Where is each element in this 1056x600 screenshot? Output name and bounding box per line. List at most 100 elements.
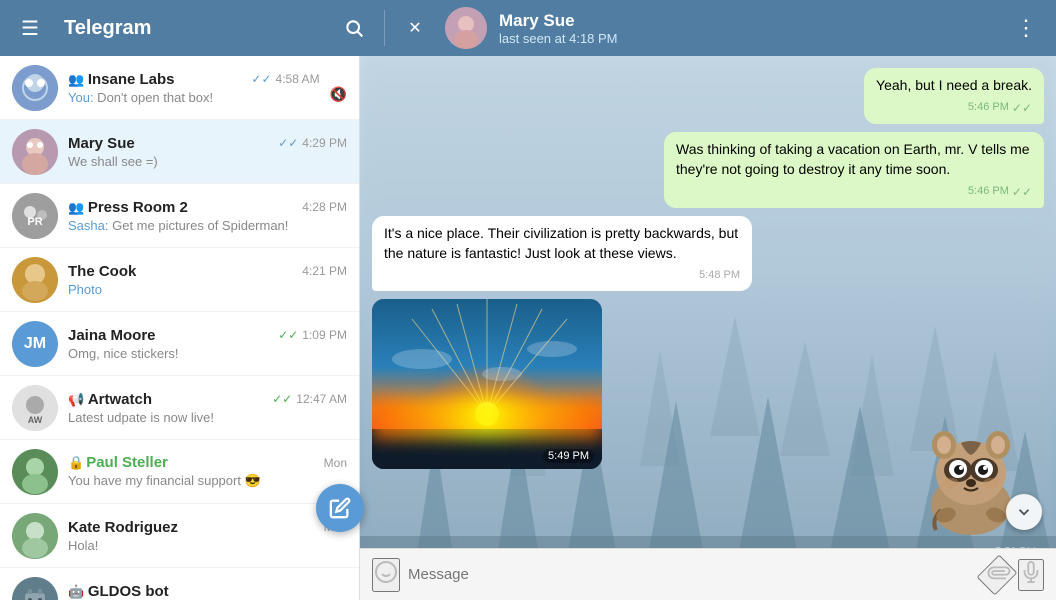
chat-name: The Cook: [68, 263, 136, 280]
message-time: 5:48 PM: [384, 268, 740, 283]
check-mark: ✓✓: [272, 392, 292, 406]
avatar-kate-rodriguez: [12, 513, 58, 559]
message-outgoing-2: Was thinking of taking a vacation on Ear…: [664, 132, 1044, 208]
chat-item-body: The Cook 4:21 PM Photo: [68, 263, 347, 297]
chat-item-body: Jaina Moore ✓✓1:09 PM Omg, nice stickers…: [68, 327, 347, 361]
contact-status: last seen at 4:18 PM: [499, 31, 996, 46]
chat-time: ✓✓4:29 PM: [278, 136, 347, 150]
chat-item-body: 📢 Artwatch ✓✓12:47 AM Latest udpate is n…: [68, 391, 347, 425]
chat-name: 🔒Paul Steller: [68, 454, 168, 471]
avatar-jaina-moore: JM: [12, 321, 58, 367]
chat-item-body: 🤖 GLDOS bot Honestly, I hate testing you…: [68, 583, 347, 600]
read-check: ✓✓: [1012, 184, 1032, 201]
chat-name: Mary Sue: [68, 135, 135, 152]
chat-item-the-cook[interactable]: The Cook 4:21 PM Photo: [0, 248, 359, 312]
chat-item-artwatch[interactable]: AW 📢 Artwatch ✓✓12:47 AM Latest udpate i…: [0, 376, 359, 440]
chat-name: Jaina Moore: [68, 327, 156, 344]
group-icon: 👥: [68, 72, 88, 87]
chat-preview: Hola!: [68, 538, 347, 553]
avatar-mary-sue: [12, 129, 58, 175]
compose-fab[interactable]: [316, 484, 364, 532]
chat-time: ✓✓4:58 AM: [251, 72, 319, 86]
chat-item-body: 👥 Insane Labs ✓✓4:58 AM You: Don't open …: [68, 71, 320, 105]
close-chat-button[interactable]: ✕: [397, 10, 433, 46]
image-time: 5:49 PM: [543, 449, 594, 463]
chat-name: Kate Rodriguez: [68, 519, 178, 536]
contact-info: Mary Sue last seen at 4:18 PM: [499, 11, 996, 46]
contact-avatar: [445, 7, 487, 49]
mic-button[interactable]: [1018, 559, 1044, 591]
check-mark: ✓✓: [251, 72, 271, 86]
svg-text:AW: AW: [28, 415, 43, 425]
message-text: Yeah, but I need a break.: [876, 77, 1032, 93]
message-incoming-3: It's a nice place. Their civilization is…: [372, 216, 752, 291]
attach-button[interactable]: [976, 554, 1017, 595]
chat-name: 🤖 GLDOS bot: [68, 583, 169, 600]
app-title: Telegram: [64, 17, 320, 40]
chat-item-body: 👥 Press Room 2 4:28 PM Sasha: Get me pic…: [68, 199, 347, 233]
megaphone-icon: 📢: [68, 392, 88, 407]
chat-item-body: Kate Rodriguez Mon Hola!: [68, 519, 347, 553]
avatar-the-cook: [12, 257, 58, 303]
chat-item-mary-sue[interactable]: Mary Sue ✓✓4:29 PM We shall see =): [0, 120, 359, 184]
chat-item-kate-rodriguez[interactable]: Kate Rodriguez Mon Hola!: [0, 504, 359, 568]
preview-sender: Sasha:: [68, 218, 108, 233]
chat-time: ✓✓12:47 AM: [272, 392, 347, 406]
chat-preview: You have my financial support 😎: [68, 473, 347, 489]
chat-item-paul-steller[interactable]: 🔒Paul Steller Mon You have my financial …: [0, 440, 359, 504]
message-time: 5:46 PM ✓✓: [876, 100, 1032, 117]
chat-name: 📢 Artwatch: [68, 391, 152, 408]
chat-preview: We shall see =): [68, 154, 347, 169]
chat-name: 👥 Insane Labs: [68, 71, 175, 88]
search-button[interactable]: [336, 10, 372, 46]
message-text: Was thinking of taking a vacation on Ear…: [676, 141, 1030, 177]
message-outgoing-1: Yeah, but I need a break. 5:46 PM ✓✓: [864, 68, 1044, 124]
chat-item-body: Mary Sue ✓✓4:29 PM We shall see =): [68, 135, 347, 169]
chat-input-bar: [360, 548, 1056, 600]
chat-preview: You: Don't open that box!: [68, 90, 320, 105]
message-time: 5:46 PM ✓✓: [676, 184, 1032, 201]
sidebar-header: ☰ Telegram: [12, 10, 372, 46]
preview-sender: You:: [68, 90, 94, 105]
chat-name: 👥 Press Room 2: [68, 199, 188, 216]
avatar-insane-labs: [12, 65, 58, 111]
image-content: [372, 299, 602, 469]
chat-item-gldos-bot[interactable]: 🤖 GLDOS bot Honestly, I hate testing you…: [0, 568, 359, 600]
read-check: ✓✓: [1012, 100, 1032, 117]
avatar-gldos-bot: [12, 577, 58, 600]
chat-item-body: 🔒Paul Steller Mon You have my financial …: [68, 454, 347, 489]
lock-icon: 🔒: [68, 455, 84, 470]
main-content: 👥 Insane Labs ✓✓4:58 AM You: Don't open …: [0, 56, 1056, 600]
emoji-button[interactable]: [372, 558, 400, 592]
svg-text:PR: PR: [27, 216, 42, 228]
chat-item-press-room-2[interactable]: PR 👥 Press Room 2 4:28 PM Sasha: Get me …: [0, 184, 359, 248]
photo-link: Photo: [68, 282, 102, 297]
mute-icon: 🔇: [330, 86, 347, 103]
avatar-artwatch: AW: [12, 385, 58, 431]
menu-button[interactable]: ☰: [12, 10, 48, 46]
chat-preview: Omg, nice stickers!: [68, 346, 347, 361]
chat-time: 4:21 PM: [302, 264, 347, 278]
check-mark: ✓✓: [278, 328, 298, 342]
chat-preview: Photo: [68, 282, 347, 297]
check-mark: ✓✓: [278, 136, 298, 150]
chat-area: Yeah, but I need a break. 5:46 PM ✓✓ Was…: [360, 56, 1056, 600]
chat-item-jaina-moore[interactable]: JM Jaina Moore ✓✓1:09 PM Omg, nice stick…: [0, 312, 359, 376]
chat-more-button[interactable]: ⋮: [1008, 10, 1044, 46]
avatar-paul-steller: [12, 449, 58, 495]
robot-icon: 🤖: [68, 584, 88, 599]
chat-time: ✓✓1:09 PM: [278, 328, 347, 342]
chat-time: 4:28 PM: [302, 200, 347, 214]
app-header: ☰ Telegram ✕ Mary Sue last seen at 4:18 …: [0, 0, 1056, 56]
message-input[interactable]: [408, 566, 976, 583]
scroll-down-button[interactable]: [1006, 494, 1042, 530]
avatar-press-room: PR: [12, 193, 58, 239]
chat-item-insane-labs[interactable]: 👥 Insane Labs ✓✓4:58 AM You: Don't open …: [0, 56, 359, 120]
chat-time: Mon: [324, 456, 347, 470]
group-icon2: 👥: [68, 200, 88, 215]
chat-list: 👥 Insane Labs ✓✓4:58 AM You: Don't open …: [0, 56, 360, 600]
chat-preview: Latest udpate is now live!: [68, 410, 347, 425]
chat-preview: Sasha: Get me pictures of Spiderman!: [68, 218, 347, 233]
message-image-4[interactable]: 5:49 PM: [372, 299, 602, 469]
message-text: It's a nice place. Their civilization is…: [384, 225, 738, 261]
